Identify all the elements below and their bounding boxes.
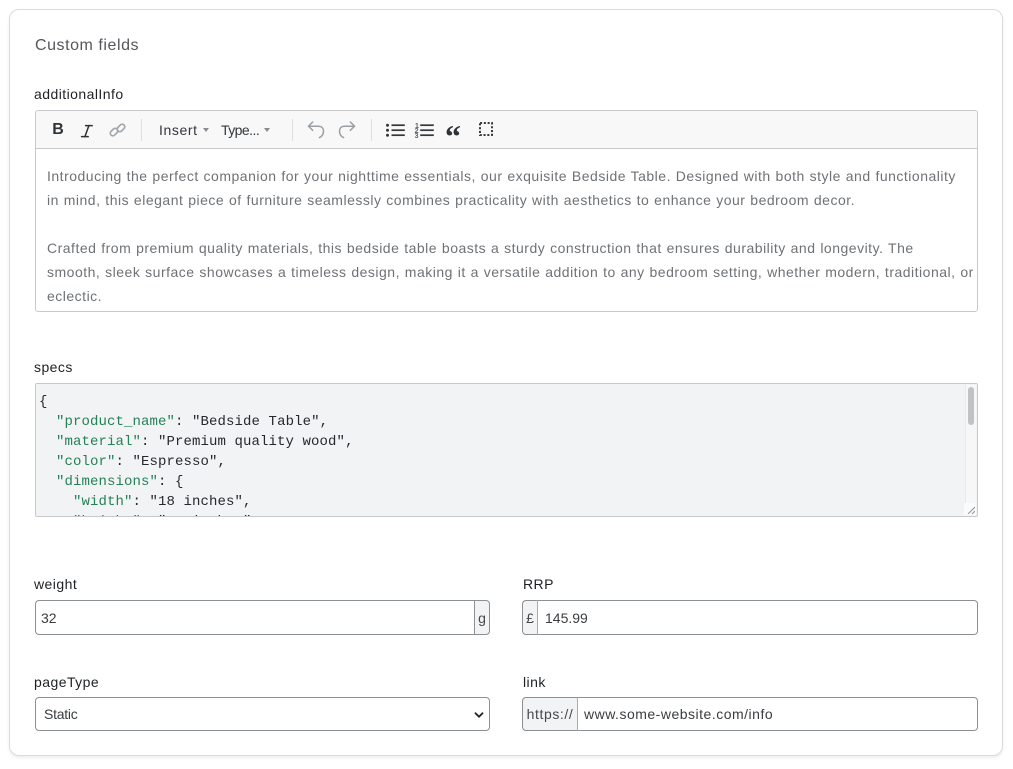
svg-text:3: 3 (415, 133, 419, 140)
